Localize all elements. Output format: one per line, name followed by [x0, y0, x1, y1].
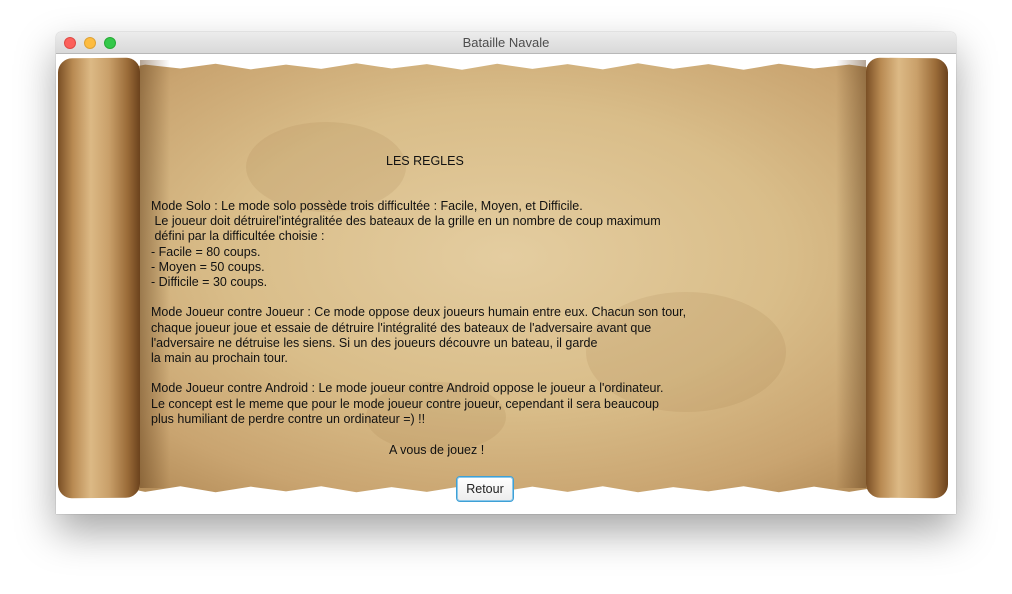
rules-heading: LES REGLES [386, 154, 464, 168]
rules-line: - Moyen = 50 coups. [151, 259, 265, 274]
back-button[interactable]: Retour [456, 476, 514, 502]
scroll-roll-right [866, 57, 948, 499]
rules-line: Mode Solo : Le mode solo possède trois d… [151, 199, 583, 213]
window-title: Bataille Navale [462, 35, 550, 50]
rules-line: Mode Joueur contre Android : Le mode jou… [151, 381, 664, 396]
closing-message: A vous de jouez ! [389, 443, 485, 457]
title-bar[interactable]: Bataille Navale [56, 32, 956, 54]
rules-line: - Difficile = 30 coups. [151, 275, 268, 290]
scroll-roll-left [58, 57, 140, 499]
rules-line: Le concept est le meme que pour le mode … [151, 396, 659, 411]
rules-line: l'adversaire ne détruise les siens. Si u… [151, 335, 598, 350]
rules-line: - Facile = 80 coups. [151, 244, 261, 259]
rules-line [151, 366, 686, 381]
rules-line [151, 290, 686, 305]
rules-line: défini par la difficultée choisie : [151, 229, 325, 244]
rules-text: Mode Solo : Le mode solo possède trois d… [151, 199, 686, 427]
app-window: Bataille Navale LES REGLES Mode Solo : L… [56, 32, 956, 514]
rules-line: Le joueur doit détruirel'intégralitée de… [151, 214, 661, 229]
rules-line: la main au prochain tour. [151, 351, 288, 366]
rules-line: plus humiliant de perdre contre un ordin… [151, 411, 426, 426]
rules-screen: LES REGLES Mode Solo : Le mode solo poss… [56, 54, 956, 514]
rules-line: chaque joueur joue et essaie de détruire… [151, 320, 652, 335]
rules-line: Mode Joueur contre Joueur : Ce mode oppo… [151, 305, 687, 320]
